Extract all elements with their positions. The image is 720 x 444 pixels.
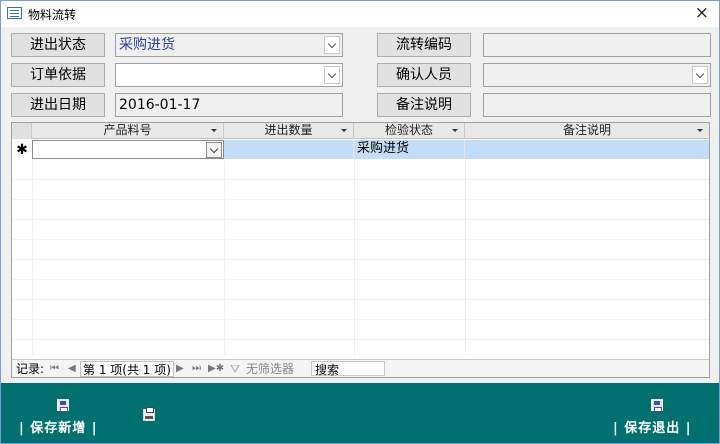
form-window: 物料流转 × 进出状态 采购进货 订单依据 进出日期 2016-01-17 流转… (0, 0, 720, 444)
grid-divider (12, 279, 709, 280)
remark-label: 备注说明 (377, 93, 471, 117)
transfer-code-field[interactable] (483, 33, 711, 57)
select-all-corner[interactable] (12, 123, 32, 139)
grid-divider (12, 319, 709, 320)
inspection-status-cell[interactable]: 采购进货 (354, 140, 465, 159)
grid-divider (12, 259, 709, 260)
sort-dropdown-icon[interactable] (452, 129, 458, 132)
new-record-marker[interactable]: ✱ (12, 140, 32, 159)
sort-dropdown-icon[interactable] (697, 129, 703, 132)
close-button[interactable]: × (695, 3, 709, 23)
status-combo[interactable]: 采购进货 (115, 33, 343, 57)
remark-cell[interactable] (465, 140, 709, 159)
confirmer-label: 确认人员 (377, 63, 471, 87)
save-icon (651, 399, 663, 412)
grid-divider (12, 179, 709, 180)
action-footer: | 保存新增 | | 保存退出 | (1, 383, 719, 443)
print-icon[interactable] (143, 407, 155, 421)
form-area: 进出状态 采购进货 订单依据 进出日期 2016-01-17 流转编码 确认人员… (1, 27, 719, 383)
order-basis-dropdown-icon[interactable] (324, 66, 340, 84)
save-and-exit-button[interactable]: | 保存退出 | (613, 417, 692, 436)
column-header-product-code[interactable]: 产品料号 (32, 123, 224, 139)
datasheet-header: 产品料号 进出数量 检验状态 备注说明 (12, 123, 709, 139)
date-field[interactable]: 2016-01-17 (115, 93, 343, 117)
sort-dropdown-icon[interactable] (341, 129, 347, 132)
status-dropdown-icon[interactable] (324, 36, 340, 54)
grid-divider (354, 159, 355, 355)
record-position[interactable]: 第 1 项(共 1 项) (80, 361, 174, 377)
column-header-label: 检验状态 (384, 123, 433, 137)
first-record-icon[interactable]: ⏮ (50, 361, 59, 377)
order-basis-label: 订单依据 (11, 63, 105, 87)
grid-divider (12, 199, 709, 200)
order-basis-combo[interactable] (115, 63, 343, 87)
confirmer-combo[interactable] (483, 63, 711, 87)
status-value: 采购进货 (119, 37, 175, 53)
detail-datasheet: 产品料号 进出数量 检验状态 备注说明 ✱ 采购进货 记录: ⏮ ◀ 第 1 项… (11, 122, 710, 378)
confirmer-dropdown-icon[interactable] (692, 66, 708, 84)
grid-divider (12, 339, 709, 340)
filter-icon[interactable]: ⛛ (230, 361, 240, 377)
column-header-label: 备注说明 (562, 123, 611, 137)
grid-divider (12, 239, 709, 240)
table-row-new[interactable]: ✱ 采购进货 (12, 140, 709, 159)
record-navigator: 记录: ⏮ ◀ 第 1 项(共 1 项) ▶ ⏭ ▶✱ ⛛ 无筛选器 搜索 (12, 359, 709, 377)
remark-field[interactable] (483, 93, 711, 117)
quantity-cell[interactable] (224, 140, 354, 159)
no-filter-label[interactable]: 无筛选器 (246, 361, 294, 377)
save-and-new-button[interactable]: | 保存新增 | (19, 417, 98, 436)
last-record-icon[interactable]: ⏭ (192, 361, 201, 377)
date-value: 2016-01-17 (119, 97, 201, 113)
column-header-label: 进出数量 (264, 123, 313, 137)
new-record-icon[interactable]: ▶✱ (208, 361, 224, 377)
next-record-icon[interactable]: ▶ (176, 361, 184, 377)
previous-record-icon[interactable]: ◀ (68, 361, 76, 377)
record-label: 记录: (16, 362, 45, 376)
window-title: 物料流转 (28, 8, 77, 22)
sort-dropdown-icon[interactable] (211, 129, 217, 132)
column-header-remark[interactable]: 备注说明 (465, 123, 709, 139)
grid-divider (224, 159, 225, 355)
inspection-status-value: 采购进货 (357, 141, 410, 156)
grid-divider (32, 159, 33, 355)
search-input[interactable]: 搜索 (311, 361, 385, 377)
grid-divider (12, 299, 709, 300)
grid-divider (465, 159, 466, 355)
form-app-icon (7, 7, 22, 19)
column-header-label: 产品料号 (103, 123, 152, 137)
titlebar: 物料流转 × (1, 1, 719, 27)
column-header-quantity[interactable]: 进出数量 (224, 123, 354, 139)
product-code-dropdown-icon[interactable] (206, 142, 222, 158)
product-code-cell[interactable] (32, 140, 224, 159)
save-icon (57, 399, 69, 412)
date-label: 进出日期 (11, 93, 105, 117)
transfer-code-label: 流转编码 (377, 33, 471, 57)
grid-divider (12, 219, 709, 220)
column-header-inspection-status[interactable]: 检验状态 (354, 123, 465, 139)
status-label: 进出状态 (11, 33, 105, 57)
